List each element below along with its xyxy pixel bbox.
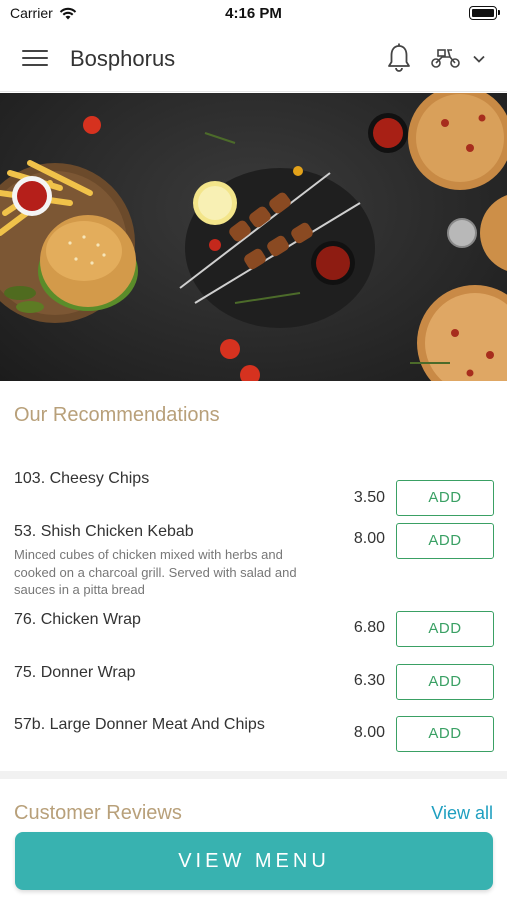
scooter-icon[interactable]	[430, 46, 462, 70]
add-button[interactable]: ADD	[396, 523, 494, 559]
recommendations-title: Our Recommendations	[14, 404, 220, 426]
restaurant-title: Bosphorus	[70, 46, 176, 71]
item-name: 76. Chicken Wrap	[14, 611, 141, 628]
add-button[interactable]: ADD	[396, 611, 494, 647]
status-bar: Carrier 4:16 PM	[0, 0, 507, 26]
battery-icon	[469, 6, 500, 20]
item-price: 6.30	[353, 672, 385, 689]
status-time: 4:16 PM	[225, 5, 282, 22]
section-divider	[0, 771, 507, 779]
item-name: 53. Shish Chicken Kebab	[14, 523, 194, 540]
reviews-title: Customer Reviews	[14, 802, 182, 824]
item-price: 3.50	[353, 489, 385, 506]
app-header: Bosphorus	[0, 26, 507, 92]
item-price: 8.00	[353, 724, 385, 741]
item-price: 6.80	[353, 619, 385, 636]
item-name: 75. Donner Wrap	[14, 664, 136, 681]
item-price: 8.00	[353, 530, 385, 547]
item-name: 103. Cheesy Chips	[14, 470, 150, 487]
view-menu-button[interactable]: VIEW MENU	[15, 832, 493, 890]
chevron-down-icon[interactable]	[472, 52, 486, 66]
add-button[interactable]: ADD	[396, 716, 494, 752]
bell-icon[interactable]	[386, 43, 412, 73]
add-button[interactable]: ADD	[396, 664, 494, 700]
hero-food-image	[0, 93, 507, 381]
view-all-link[interactable]: View all	[431, 803, 493, 824]
add-button[interactable]: ADD	[396, 480, 494, 516]
item-description: Minced cubes of chicken mixed with herbs…	[14, 547, 297, 597]
item-name: 57b. Large Donner Meat And Chips	[14, 716, 265, 733]
hamburger-menu-icon[interactable]	[22, 48, 48, 68]
